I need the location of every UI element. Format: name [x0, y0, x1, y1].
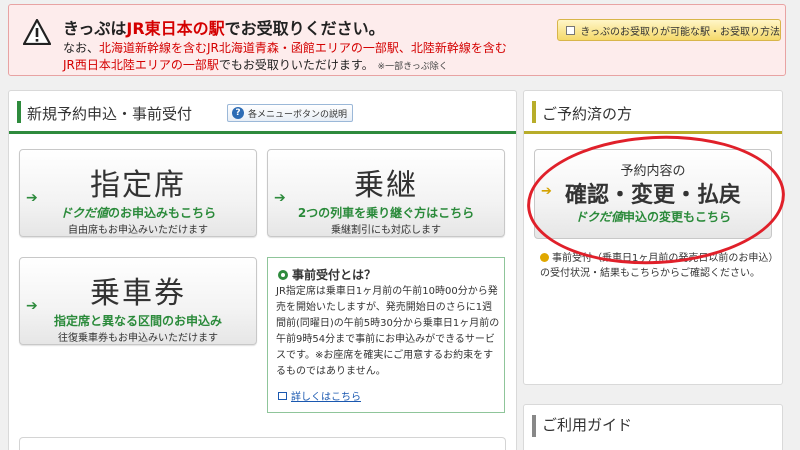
advance-heading: 事前受付とは？	[278, 266, 376, 283]
advance-info-box: 事前受付とは？ JR指定席は乗車日1ヶ月前の午前10時00分から発売を開始いたし…	[267, 257, 505, 413]
ticket-note: 往復乗車券もお申込みいただけます	[58, 333, 218, 344]
question-icon: ?	[232, 107, 244, 119]
advance-more-link[interactable]: 詳しくはこちら	[278, 388, 361, 403]
title-accent	[532, 415, 536, 437]
section-divider	[524, 131, 782, 134]
section-divider	[9, 131, 516, 134]
circle-bullet-icon	[540, 253, 549, 262]
pickup-stations-button[interactable]: きっぷのお受取りが可能な駅・お受取り方法	[557, 19, 781, 41]
transfer-sub: 2つの列車を乗り継ぐ方はこちら	[297, 206, 475, 220]
advance-body: JR指定席は乗車日1ヶ月前の午前10時00分から発売を開始いたしますが、発売開始…	[276, 286, 500, 377]
reserved-seat-label: 指定席	[90, 168, 186, 203]
reserved-title: ご予約済の方	[542, 105, 633, 123]
guide-panel: ご利用ガイド	[523, 404, 783, 450]
notice-banner: きっぷはJR東日本の駅でお受取りください。 なお、北海道新幹線を含むJR北海道青…	[8, 4, 786, 76]
circle-bullet-icon	[278, 269, 288, 280]
title-accent	[532, 101, 536, 123]
guide-title: ご利用ガイド	[542, 416, 633, 434]
confirm-line3: ドクだ値申込の変更もこちら	[574, 210, 732, 224]
confirm-change-refund-button[interactable]: ➔ 予約内容の 確認・変更・払戻 ドクだ値申込の変更もこちら	[534, 149, 772, 239]
reserved-seat-sub: ドクだ値のお申込みもこちら	[59, 206, 217, 220]
notice-line3: JR西日本北陸エリアの一部駅でもお受取りいただけます。 ※一部きっぷ除く	[63, 58, 448, 72]
reserved-seat-note: 自由席もお申込みいただけます	[68, 225, 208, 236]
transfer-button[interactable]: ➔ 乗継 2つの列車を乗り継ぐ方はこちら 乗継割引にも対応します	[267, 149, 505, 237]
reserved-seat-button[interactable]: ➔ 指定席 ドクだ値のお申込みもこちら 自由席もお申込みいただけます	[19, 149, 257, 237]
notice-line2: なお、北海道新幹線を含むJR北海道青森・函館エリアの一部駅、北陸新幹線を含む	[63, 41, 507, 55]
notice-headline: きっぷはJR東日本の駅でお受取りください。	[63, 19, 385, 38]
reserved-note: 事前受付（乗車日1ヶ月前の発売日以前のお申込）の受付状況・結果もこちらからご確認…	[540, 253, 774, 279]
new-reservation-title: 新規予約申込・事前受付	[27, 105, 193, 123]
window-icon	[278, 391, 287, 400]
transfer-label: 乗継	[354, 168, 418, 203]
reserved-panel: ご予約済の方 ➔ 予約内容の 確認・変更・払戻 ドクだ値申込の変更もこちら 事前…	[523, 90, 783, 385]
ticket-button[interactable]: ➔ 乗車券 指定席と異なる区間のお申込み 往復乗車券もお申込みいただけます	[19, 257, 257, 345]
transfer-note: 乗継割引にも対応します	[331, 225, 441, 236]
title-accent	[17, 101, 21, 123]
confirm-line2: 確認・変更・払戻	[564, 183, 741, 208]
ticket-sub: 指定席と異なる区間のお申込み	[53, 314, 222, 328]
warning-icon	[23, 19, 51, 45]
menu-help-button[interactable]: ? 各メニューボタンの説明	[227, 104, 353, 122]
window-icon	[566, 25, 576, 35]
ticket-label: 乗車券	[90, 276, 186, 311]
more-menu-box	[19, 437, 506, 450]
new-reservation-panel: 新規予約申込・事前受付 ? 各メニューボタンの説明 ➔ 指定席 ドクだ値のお申込…	[8, 90, 517, 450]
